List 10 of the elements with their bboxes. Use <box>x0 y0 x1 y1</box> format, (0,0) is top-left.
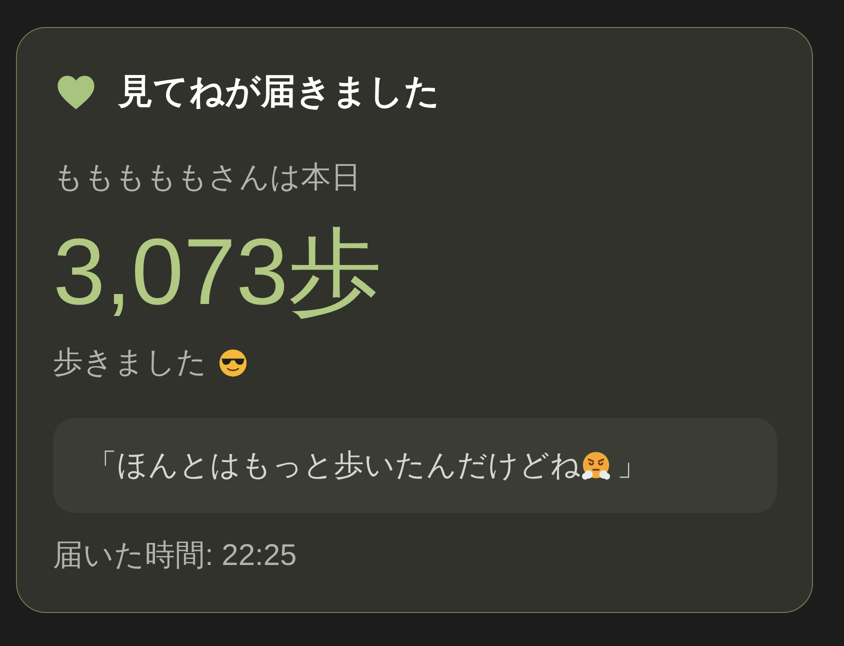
received-time: 届いた時間: 22:25 <box>53 538 297 574</box>
step-count: 3,073歩 <box>53 224 382 320</box>
sunglasses-face-icon <box>219 349 247 377</box>
walked-text: 歩きました <box>53 345 207 381</box>
quote-text: 「ほんとはもっと歩いたんだけどね <box>87 448 581 484</box>
user-today-text: もももももさんは本日 <box>53 160 361 196</box>
closing-bracket: 」 <box>617 448 647 484</box>
steaming-face-icon <box>581 450 611 480</box>
card-title: 見てねが届きました <box>118 71 440 113</box>
heart-icon <box>56 74 96 110</box>
